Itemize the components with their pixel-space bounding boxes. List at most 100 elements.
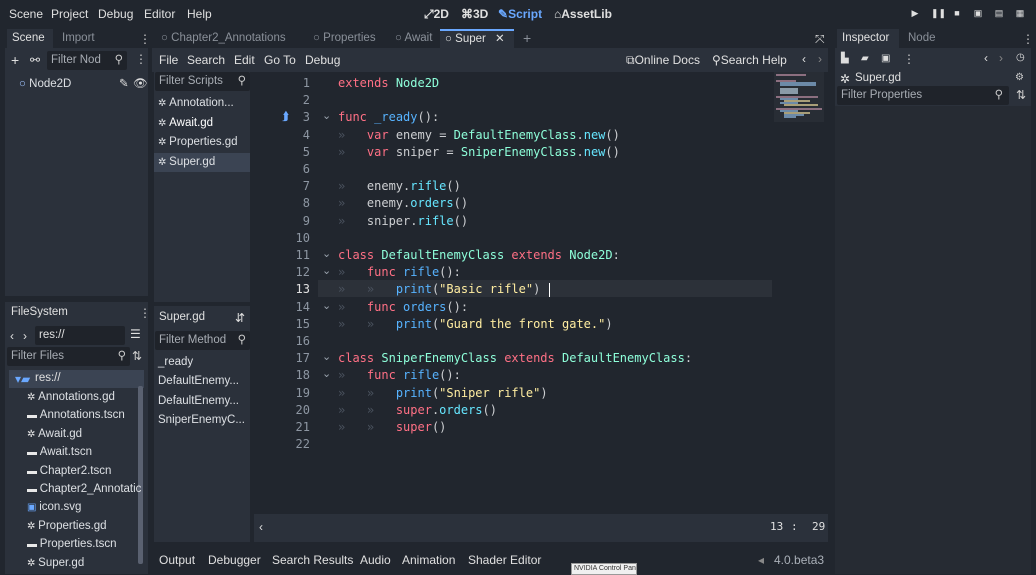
history-forward-icon[interactable]: › [818,52,822,66]
save-icon[interactable]: ▣ [881,53,890,64]
play-custom-icon[interactable]: ▤ [994,8,1004,18]
bottom-tab-animation[interactable]: Animation [402,553,455,567]
method-list-item[interactable]: _ready [154,353,250,372]
link-icon[interactable]: ⚯ [30,53,40,67]
code-line[interactable]: 12 » func rifle(): [254,264,774,281]
code-line[interactable]: 11 class DefaultEnemyClass extends Node2D… [254,247,774,264]
file-item[interactable]: ▬ Chapter2.tscn [27,462,111,480]
menu-scene[interactable]: Scene [9,7,43,21]
history-list-icon[interactable]: ◷ [1016,52,1025,63]
sort-icon[interactable]: ⇅ [132,349,142,363]
bottom-tab-search-results[interactable]: Search Results [272,553,353,567]
add-node-icon[interactable]: + [11,52,19,68]
tab-inspector[interactable]: Inspector [837,29,899,48]
tab-chapter2-annotations[interactable]: ○ Chapter2_Annotations [156,29,291,48]
code-line[interactable]: 5 » var sniper = SniperEnemyClass.new() [254,144,774,161]
forward-icon[interactable]: › [23,329,27,343]
file-item[interactable]: ✲ Annotations.gd [27,388,115,406]
code-line[interactable]: 3 func _ready(): [254,109,774,126]
code-line[interactable]: 13 » » print("Basic rifle") [254,281,774,298]
history-next-icon[interactable]: › [999,51,1003,65]
filter-methods-input[interactable]: Filter Method ⚲ [155,331,250,350]
scene-options-icon[interactable]: ⋮ [135,52,147,66]
code-editor[interactable]: 1 extends Node2D 2 3 func _ready(): 4 » var en… [254,72,828,542]
file-item[interactable]: ▬ Properties.tscn [27,535,116,553]
code-line[interactable]: 22 [254,436,774,453]
filesystem-menu-icon[interactable]: ⋮ [139,306,151,320]
code-line[interactable]: 1 extends Node2D [254,75,774,92]
filesystem-root-row[interactable]: ▾▰ res:// [9,370,144,388]
method-list-item[interactable]: DefaultEnemy... [154,372,250,391]
split-mode-icon[interactable]: ☰ [130,327,141,341]
mode-script-button[interactable]: ✎Script [498,7,542,21]
code-line[interactable]: 4 » var enemy = DefaultEnemyClass.new() [254,127,774,144]
scene-menu-icon[interactable]: ⋮ [139,32,151,46]
fold-arrow-icon[interactable]: ⌄ [322,247,331,260]
fold-arrow-icon[interactable]: ⌄ [322,109,331,122]
file-item[interactable]: ▬ Await.tscn [27,443,92,461]
scene-tree-node-node2d[interactable]: ○ Node2D ✎ 👁 [19,75,148,93]
code-line[interactable]: 8 » enemy.orders() [254,195,774,212]
fold-arrow-icon[interactable]: ⌄ [322,299,331,312]
script-list-item[interactable]: ✲ Super.gd [154,152,250,172]
minimap[interactable] [774,72,824,122]
file-item[interactable]: ✲ Properties.gd [27,517,107,535]
close-tab-icon[interactable]: ✕ [495,33,505,45]
fold-arrow-icon[interactable]: ⌄ [322,264,331,277]
code-line[interactable]: 9 » sniper.rifle() [254,213,774,230]
fold-arrow-icon[interactable]: ⌄ [322,367,331,380]
script-menu-edit[interactable]: Edit [234,53,255,67]
stop-icon[interactable]: ■ [952,8,962,18]
code-line[interactable]: 16 [254,333,774,350]
script-list-item[interactable]: ✲ Await.gd [154,114,250,133]
menu-help[interactable]: Help [187,7,212,21]
tab-await[interactable]: ○ Await [390,29,437,48]
file-item[interactable]: ▣ icon.svg [27,498,81,516]
menu-debug[interactable]: Debug [98,7,133,21]
code-area[interactable]: 1 extends Node2D 2 3 func _ready(): 4 » var en… [254,72,774,514]
history-back-icon[interactable]: ‹ [802,52,806,66]
script-menu-goto[interactable]: Go To [264,53,296,67]
movie-icon[interactable]: ▦ [1015,8,1025,18]
method-list-item[interactable]: DefaultEnemy... [154,392,250,411]
file-item[interactable]: ✲ Await.gd [27,425,82,443]
menu-project[interactable]: Project [51,7,88,21]
open-folder-icon[interactable]: ▰ [861,53,869,64]
code-line[interactable]: 7 » enemy.rifle() [254,178,774,195]
sort-methods-icon[interactable]: ⇵ [235,311,245,325]
method-list-item[interactable]: SniperEnemyC... [154,411,250,430]
script-menu-debug[interactable]: Debug [305,53,340,67]
distraction-free-icon[interactable]: ⤧ [815,32,825,47]
play-scene-icon[interactable]: ▣ [973,8,983,18]
tab-node[interactable]: Node [903,29,941,48]
bottom-tab-output[interactable]: Output [159,553,195,567]
script-list-item[interactable]: ✲ Annotation... [154,94,250,113]
filesystem-path-input[interactable]: res:// [35,326,125,345]
filter-properties-input[interactable]: Filter Properties ⚲ [837,86,1009,105]
script-attached-icon[interactable]: ✎ [119,75,129,93]
code-line[interactable]: 15 » » print("Guard the front gate.") [254,316,774,333]
back-icon[interactable]: ‹ [10,329,14,343]
bottom-tab-shader-editor[interactable]: Shader Editor [468,553,541,567]
code-line[interactable]: 14 » func orders(): [254,299,774,316]
filesystem-filter-input[interactable]: Filter Files ⚲ [7,347,130,366]
code-line[interactable]: 21 » » super() [254,419,774,436]
script-menu-file[interactable]: File [159,53,178,67]
play-icon[interactable]: ▶ [910,8,920,18]
filesystem-scrollbar[interactable] [138,386,143,564]
file-item[interactable]: ▬ Chapter2_Annotatic [27,480,141,498]
code-line[interactable]: 18 » func rifle(): [254,367,774,384]
mode-assetlib-button[interactable]: ⌂AssetLib [554,7,612,21]
bottom-tab-audio[interactable]: Audio [360,553,391,567]
script-menu-search[interactable]: Search [187,53,225,67]
filter-scripts-input[interactable]: Filter Scripts ⚲ [155,72,250,91]
tab-super[interactable]: ○ Super ✕ [440,29,514,48]
online-docs-button[interactable]: ⧉Online Docs [626,53,700,68]
file-item[interactable]: ✲ Super.gd [27,554,84,572]
fold-arrow-icon[interactable]: ⌄ [322,350,331,363]
object-properties-icon[interactable]: ⚙ [1015,72,1024,83]
search-help-button[interactable]: ⚲Search Help [712,53,787,67]
connected-signal-icon[interactable]: ⮭ [282,109,289,124]
tab-properties[interactable]: ○ Properties [308,29,381,48]
code-line[interactable]: 2 [254,92,774,109]
